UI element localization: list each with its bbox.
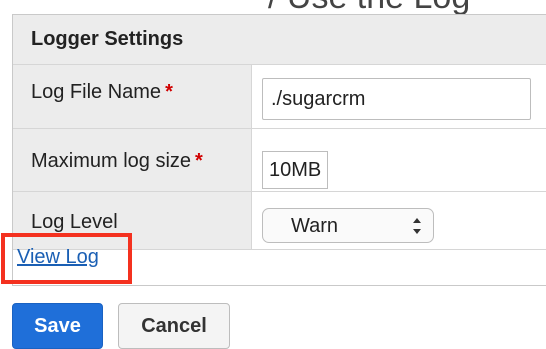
log-file-name-label: Log File Name * bbox=[31, 81, 173, 103]
panel-title: Logger Settings bbox=[31, 28, 184, 50]
cancel-button[interactable]: Cancel bbox=[118, 303, 230, 349]
log-level-selected-value: Warn bbox=[291, 215, 339, 237]
up-down-chevron-icon bbox=[413, 218, 421, 234]
row-max-log-size: Maximum log size * 10MB bbox=[13, 129, 546, 192]
required-marker: * bbox=[165, 81, 173, 103]
row-label-cell: Log File Name * bbox=[13, 65, 252, 128]
log-level-label: Log Level bbox=[31, 211, 118, 233]
max-log-size-input[interactable]: 10MB bbox=[262, 151, 328, 189]
panel-header: Logger Settings bbox=[13, 15, 546, 65]
log-file-name-input[interactable]: ./sugarcrm bbox=[262, 78, 531, 120]
row-log-file-name: Log File Name * ./sugarcrm bbox=[13, 65, 546, 129]
row-label-cell: Maximum log size * bbox=[13, 129, 252, 191]
highlight-box bbox=[1, 233, 132, 284]
log-level-select[interactable]: Warn bbox=[262, 208, 434, 243]
save-button[interactable]: Save bbox=[12, 303, 103, 349]
required-marker: * bbox=[195, 150, 203, 172]
max-log-size-label: Maximum log size * bbox=[31, 150, 203, 172]
